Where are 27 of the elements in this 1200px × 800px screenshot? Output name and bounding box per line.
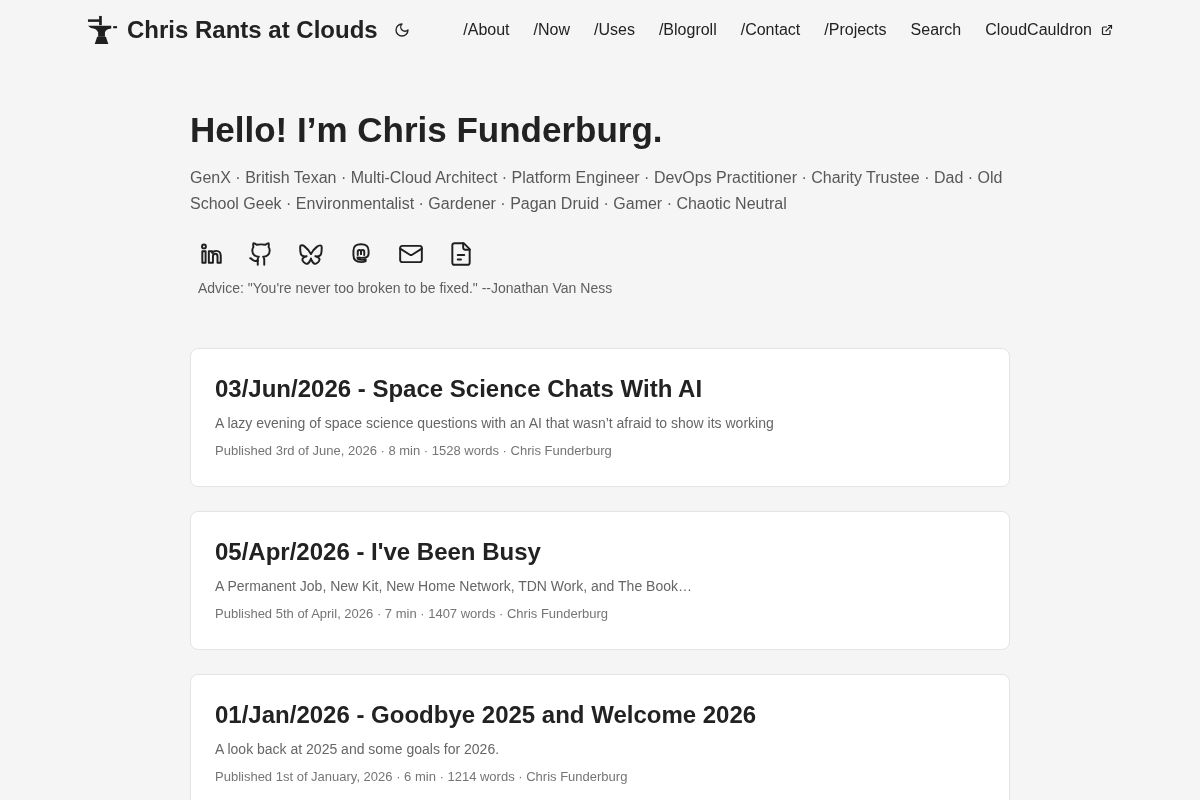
github-icon[interactable]	[248, 241, 274, 267]
post-meta: Published 1st of January, 2026 · 6 min · 1214 words · Chris Funderburg	[215, 768, 629, 786]
nav-link[interactable]: CloudCauldron	[985, 21, 1113, 39]
advice-quote: Advice: "You're never too broken to be fixed." --Jonathan Van Ness	[198, 279, 614, 298]
nav-link[interactable]: /Projects	[824, 21, 887, 39]
butterfly-icon[interactable]	[298, 241, 324, 267]
nav-link[interactable]: /Uses	[594, 21, 635, 39]
tagline-text: GenX · British Texan · Multi-Cloud Architect · Platform Engineer · DevOps Practitioner · Charity Trustee · Dad · Old School Geek · Environmentalist · Gardener · Pagan Druid · Gamer · Chaotic Neutral	[190, 168, 1004, 214]
nav-link[interactable]: /Contact	[740, 21, 801, 39]
page-heading: Hello! I’m Chris Funderburg.	[190, 109, 664, 151]
post-title[interactable]: 01/Jan/2026 - Goodbye 2025 and Welcome 2026	[215, 700, 985, 730]
post-meta: Published 5th of April, 2026 · 7 min · 1407 words · Chris Funderburg	[215, 605, 610, 623]
moon-icon[interactable]	[393, 22, 410, 38]
post-meta: Published 3rd of June, 2026 · 8 min · 1528 words · Chris Funderburg	[215, 442, 613, 460]
site-title[interactable]: Chris Rants at Clouds	[127, 16, 378, 44]
nav-link[interactable]: /Blogroll	[658, 21, 717, 39]
nav-link[interactable]: /Now	[533, 21, 570, 39]
nav-link[interactable]: Search	[910, 21, 962, 39]
post-title[interactable]: 03/Jun/2026 - Space Science Chats With AI	[215, 374, 985, 404]
post-title[interactable]: 05/Apr/2026 - I've Been Busy	[215, 537, 985, 567]
document-icon[interactable]	[448, 241, 474, 267]
linkedin-icon[interactable]	[198, 241, 224, 267]
nav-link[interactable]: /About	[463, 21, 510, 39]
post-summary: A lazy evening of space science questions with an AI that wasn’t afraid to show its working	[215, 414, 775, 433]
post-summary: A Permanent Job, New Kit, New Home Network, TDN Work, and The Book…	[215, 577, 693, 596]
anvil-icon[interactable]	[87, 15, 118, 45]
post-summary: A look back at 2025 and some goals for 2026.	[215, 740, 501, 759]
